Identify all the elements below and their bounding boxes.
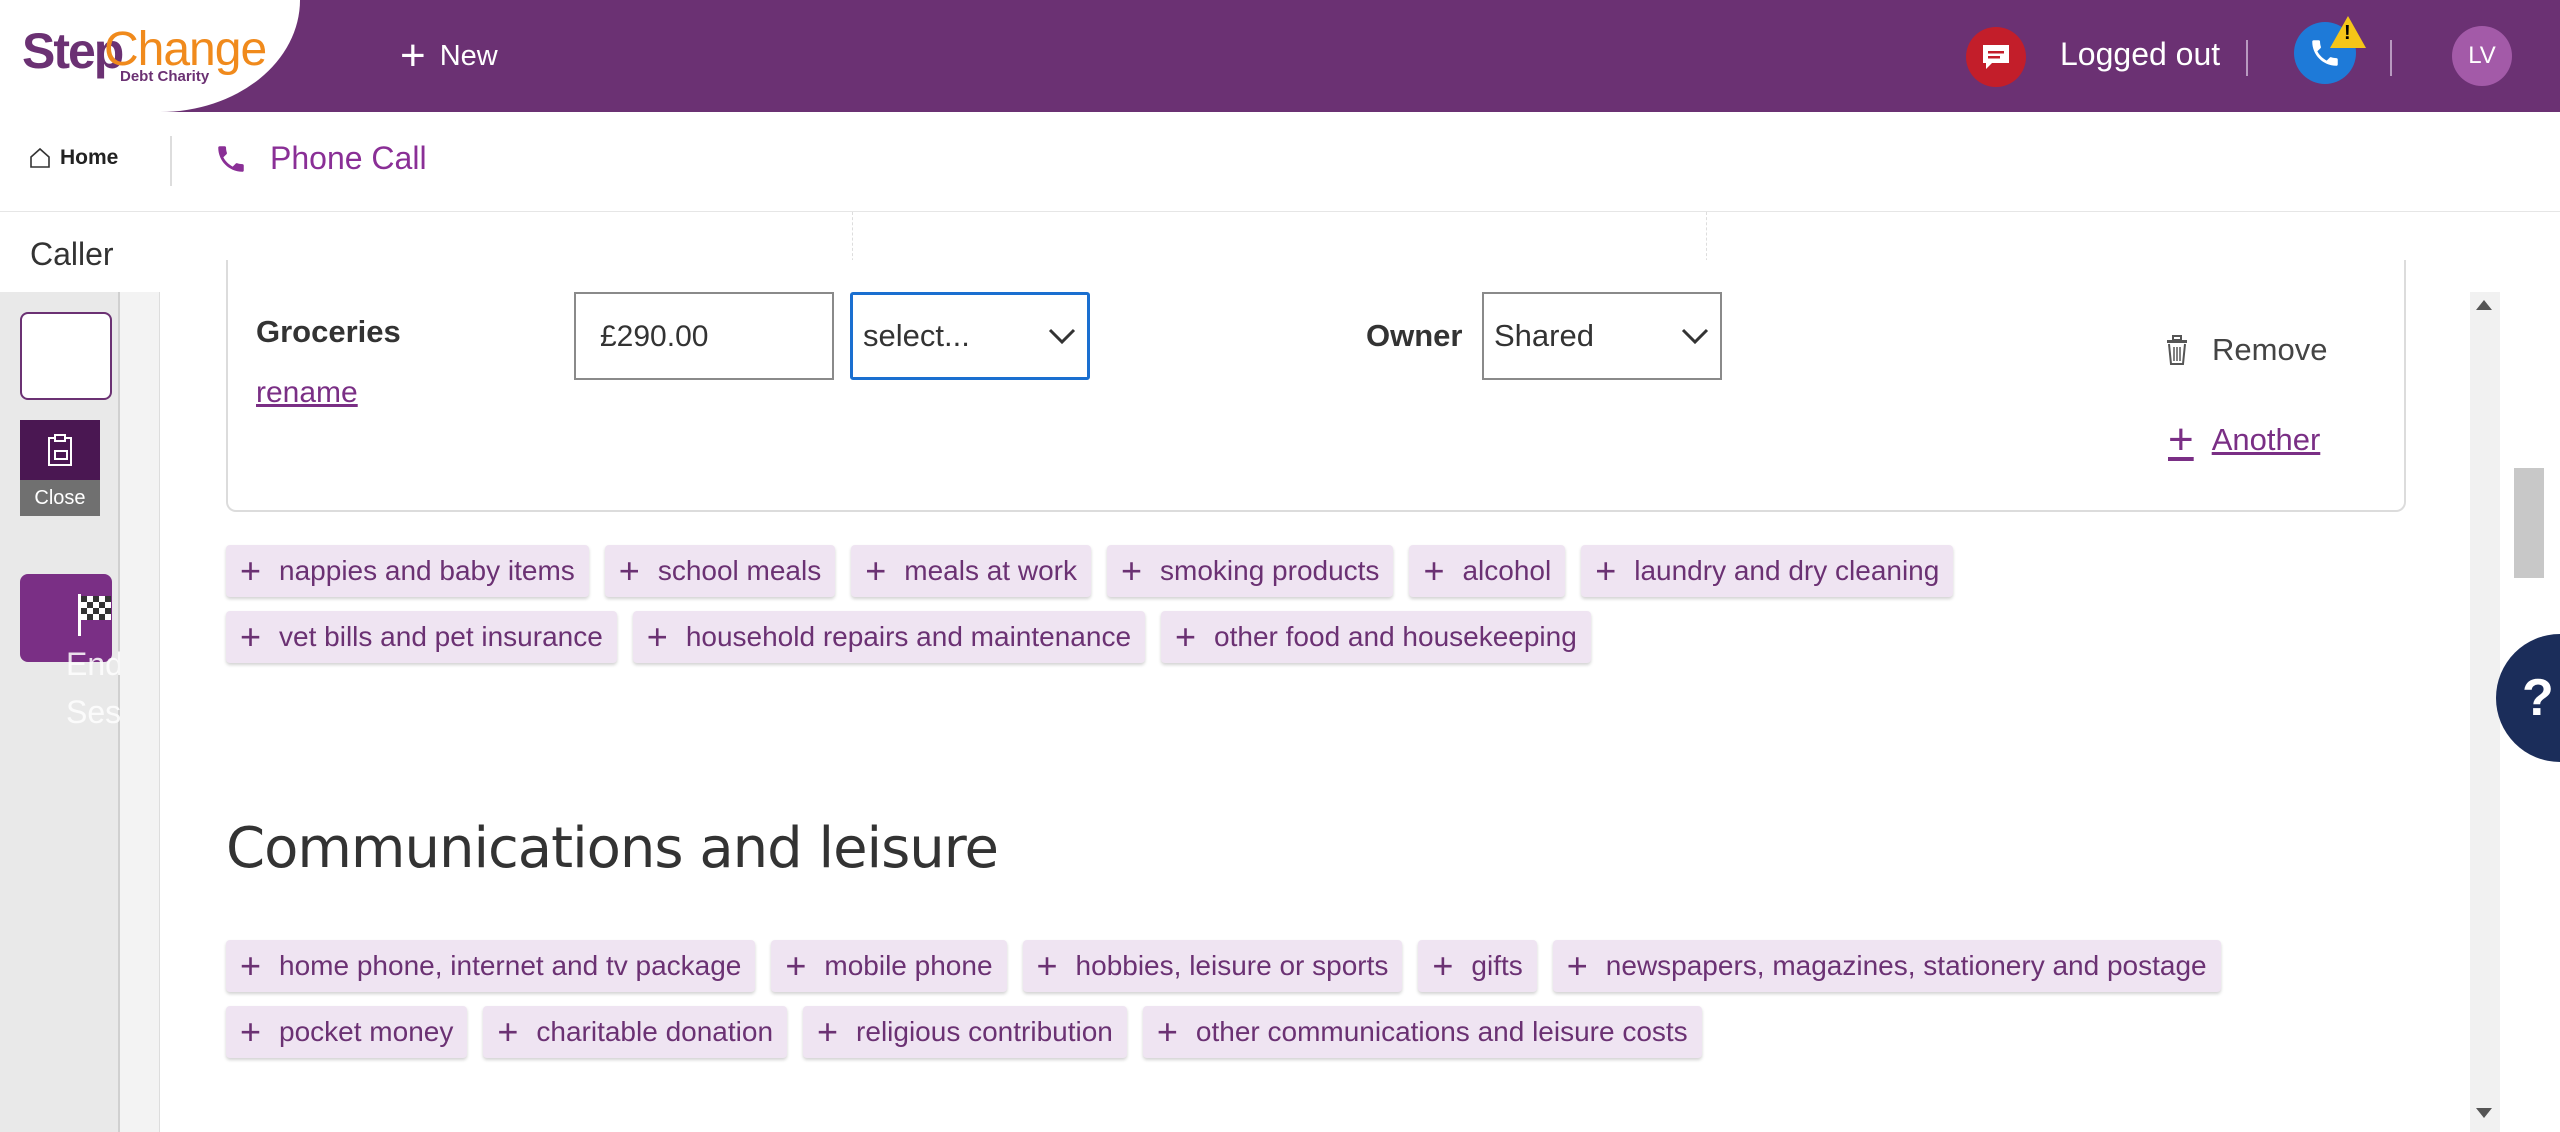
tab-phone-call[interactable]: Phone Call bbox=[214, 140, 427, 177]
add-chip[interactable]: + laundry and dry cleaning bbox=[1581, 545, 1954, 597]
plus-icon: + bbox=[240, 616, 262, 657]
plus-icon: + bbox=[1156, 1011, 1178, 1052]
rail-tile[interactable] bbox=[20, 312, 112, 400]
checkered-flag-icon bbox=[78, 594, 111, 636]
plus-icon: + bbox=[240, 550, 262, 591]
logo-subtitle: Debt Charity bbox=[120, 68, 210, 85]
plus-icon: + bbox=[1432, 945, 1454, 986]
inner-scrollbar[interactable] bbox=[2470, 292, 2500, 1132]
plus-icon: + bbox=[1036, 945, 1058, 986]
status-text: Logged out bbox=[2060, 36, 2221, 72]
plus-icon: + bbox=[785, 945, 807, 986]
plus-icon: + bbox=[2168, 415, 2194, 464]
clipboard-button[interactable] bbox=[20, 420, 100, 480]
plus-icon: + bbox=[400, 31, 426, 80]
plus-icon: + bbox=[240, 945, 262, 986]
owner-select-value: Shared bbox=[1494, 318, 1594, 353]
nav-divider bbox=[170, 136, 172, 186]
chevron-down-icon bbox=[1048, 328, 1076, 345]
new-button[interactable]: + New bbox=[400, 34, 498, 78]
header-divider bbox=[2246, 40, 2248, 76]
add-chip[interactable]: + religious contribution bbox=[803, 1006, 1127, 1058]
plus-icon: + bbox=[865, 550, 887, 591]
add-chip[interactable]: + gifts bbox=[1418, 940, 1537, 992]
add-chip[interactable]: + pocket money bbox=[226, 1006, 468, 1058]
add-chip[interactable]: + school meals bbox=[604, 545, 836, 597]
plus-icon: + bbox=[1566, 945, 1588, 986]
scroll-down-arrow-icon[interactable] bbox=[2476, 1108, 2492, 1118]
add-chip[interactable]: + other food and housekeeping bbox=[1161, 611, 1591, 663]
warning-mark: ! bbox=[2344, 22, 2351, 44]
remove-button[interactable]: Remove bbox=[2164, 332, 2327, 368]
add-chip[interactable]: + vet bills and pet insurance bbox=[226, 611, 617, 663]
owner-label: Owner bbox=[1366, 318, 1463, 353]
expense-item-name: Groceries bbox=[256, 314, 401, 349]
home-link-label: Home bbox=[60, 146, 119, 169]
comm-chip-row-2: + pocket money + charitable donation + reli… bbox=[226, 1006, 1702, 1058]
phone-call-label: Phone Call bbox=[270, 140, 427, 176]
add-chip[interactable]: + other communications and leisure costs bbox=[1142, 1006, 1702, 1058]
chevron-down-icon bbox=[1681, 328, 1709, 345]
plus-icon: + bbox=[1175, 616, 1197, 657]
add-chip[interactable]: + hobbies, leisure or sports bbox=[1022, 940, 1403, 992]
end-session-label: End Session bbox=[66, 646, 120, 730]
add-chip[interactable]: + mobile phone bbox=[771, 940, 1007, 992]
add-chip[interactable]: + alcohol bbox=[1409, 545, 1566, 597]
home-link[interactable]: Home bbox=[28, 146, 118, 170]
section-title: Communications and leisure bbox=[226, 816, 999, 881]
plus-icon: + bbox=[240, 1011, 262, 1052]
content-gutter bbox=[120, 292, 160, 1132]
new-button-label: New bbox=[439, 39, 498, 72]
close-button[interactable]: Close bbox=[20, 480, 100, 516]
add-chip[interactable]: + charitable donation bbox=[483, 1006, 788, 1058]
frequency-select[interactable]: select... bbox=[850, 292, 1090, 380]
add-chip[interactable]: + nappies and baby items bbox=[226, 545, 589, 597]
add-chip[interactable]: + meals at work bbox=[851, 545, 1091, 597]
rename-link[interactable]: rename bbox=[256, 376, 358, 410]
owner-select[interactable]: Shared bbox=[1482, 292, 1722, 380]
stepchange-logo[interactable]: Step Change Debt Charity bbox=[0, 0, 300, 112]
expense-item-card bbox=[226, 260, 2406, 512]
add-chip[interactable]: + smoking products bbox=[1106, 545, 1394, 597]
trash-icon bbox=[2167, 335, 2187, 365]
chat-icon[interactable] bbox=[1966, 27, 2026, 87]
plus-icon: + bbox=[497, 1011, 519, 1052]
add-another-button[interactable]: + Another bbox=[2168, 418, 2320, 462]
food-chip-row-2: + vet bills and pet insurance + household … bbox=[226, 611, 1591, 663]
add-chip[interactable]: + newspapers, magazines, stationery and p… bbox=[1552, 940, 2221, 992]
sub-navigation: Home Phone Call bbox=[0, 112, 2560, 212]
scroll-up-arrow-icon[interactable] bbox=[2476, 300, 2492, 310]
plus-icon: + bbox=[646, 616, 668, 657]
plus-icon: + bbox=[618, 550, 640, 591]
add-chip[interactable]: + home phone, internet and tv package bbox=[226, 940, 756, 992]
add-another-label: Another bbox=[2211, 422, 2321, 457]
food-chip-row-1: + nappies and baby items + school meals + m… bbox=[226, 545, 1954, 597]
home-icon bbox=[30, 147, 50, 168]
avatar[interactable]: LV bbox=[2452, 26, 2512, 86]
add-chip[interactable]: + household repairs and maintenance bbox=[632, 611, 1146, 663]
top-bar: Step Change Debt Charity + New Logged ou… bbox=[0, 0, 2560, 112]
plus-icon: + bbox=[1120, 550, 1142, 591]
caller-label: Caller bbox=[30, 236, 114, 272]
plus-icon: + bbox=[1595, 550, 1617, 591]
remove-button-label: Remove bbox=[2212, 332, 2328, 367]
header-divider bbox=[2390, 40, 2392, 76]
amount-input[interactable]: £290.00 bbox=[574, 292, 834, 380]
comm-chip-row-1: + home phone, internet and tv package + mo… bbox=[226, 940, 2221, 992]
scrollbar-thumb[interactable] bbox=[2514, 468, 2544, 578]
plus-icon: + bbox=[817, 1011, 839, 1052]
phone-icon bbox=[218, 145, 244, 172]
clipboard-icon bbox=[48, 434, 72, 466]
help-button[interactable]: ? bbox=[2496, 634, 2560, 762]
frequency-select-value: select... bbox=[863, 318, 970, 353]
plus-icon: + bbox=[1423, 550, 1445, 591]
